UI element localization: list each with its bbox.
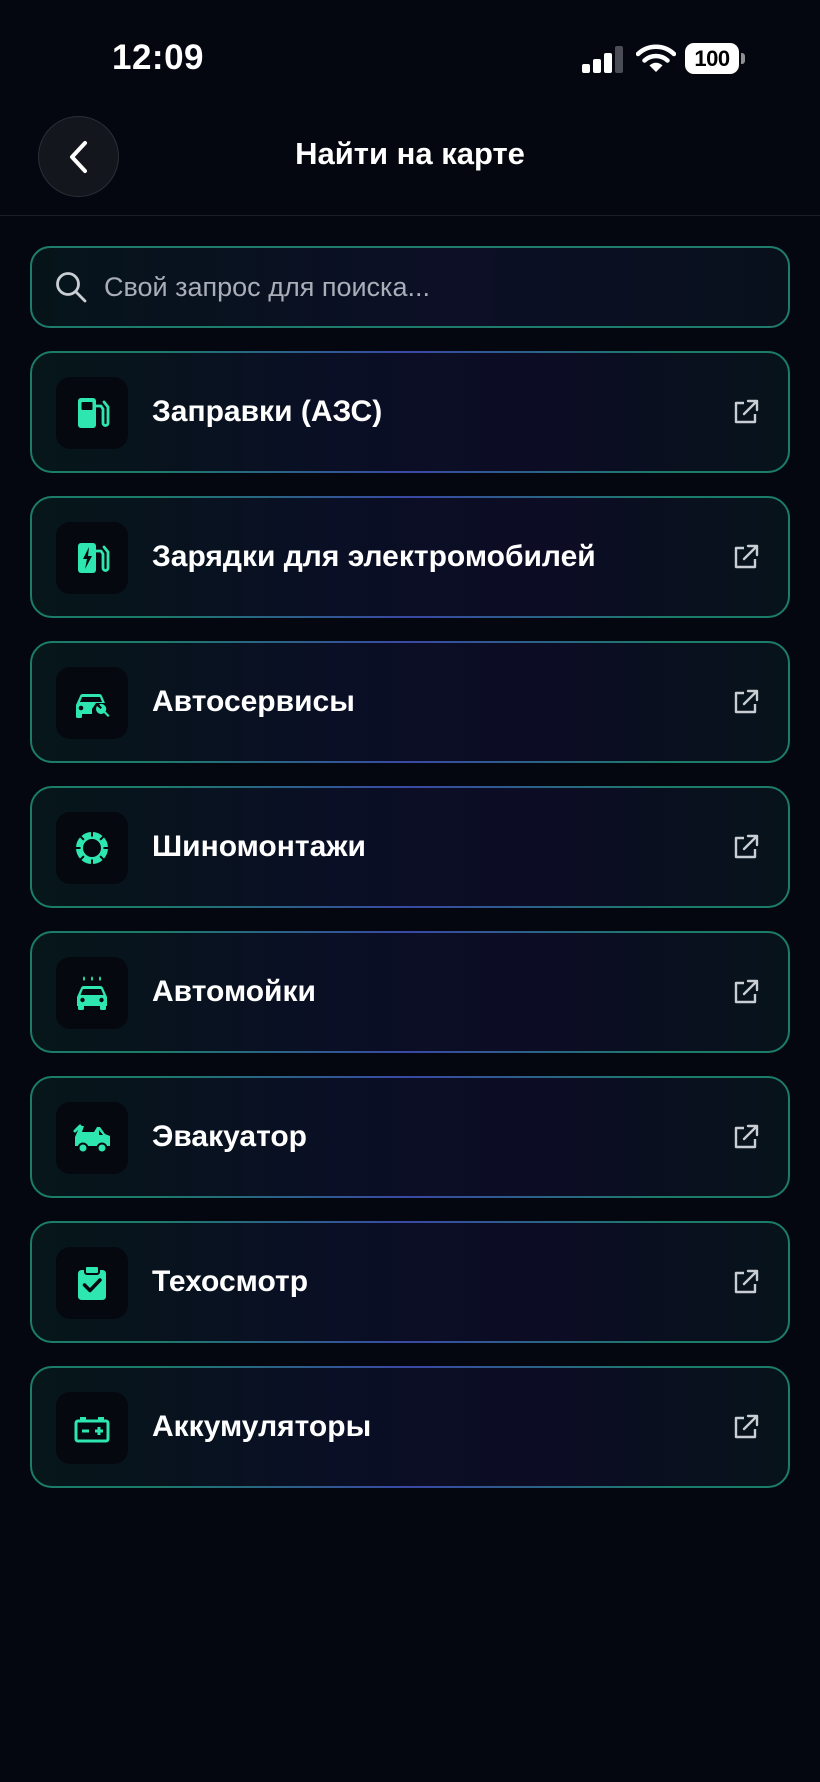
search-input[interactable] — [104, 257, 788, 317]
list-item-label: Аккумуляторы — [152, 1410, 372, 1443]
battery-icon — [74, 1417, 110, 1443]
external-link-icon — [734, 689, 759, 714]
cellular-signal-icon — [582, 46, 623, 73]
status-bar: 12:09 100 — [0, 0, 820, 100]
screen: 12:09 100 Найти на карте Свой запрос для… — [0, 0, 820, 1782]
external-link-icon — [734, 834, 759, 859]
status-time: 12:09 — [112, 38, 205, 77]
list-item-batteries[interactable]: Аккумуляторы — [30, 1366, 790, 1488]
search-bar[interactable] — [30, 246, 790, 328]
list-item-car-washes[interactable]: Автомойки — [30, 931, 790, 1053]
external-link-icon — [734, 544, 759, 569]
external-link-icon — [734, 1269, 759, 1294]
car-wash-icon — [77, 976, 107, 1010]
list-item-car-services[interactable]: Автосервисы — [30, 641, 790, 763]
header: Найти на карте — [0, 100, 820, 216]
external-link-icon — [734, 1124, 759, 1149]
list-item-tow-truck[interactable]: Эвакуатор — [30, 1076, 790, 1198]
tire-icon — [75, 831, 109, 865]
battery-level: 100 — [685, 43, 739, 74]
list-item-label: Заправки (АЗС) — [152, 395, 383, 428]
inspection-clipboard-icon — [78, 1265, 106, 1300]
place-category-list: Заправки (АЗС) Зарядки для электромобиле… — [30, 351, 790, 1511]
list-item-label: Автомойки — [152, 975, 316, 1008]
list-item-ev-chargers[interactable]: Зарядки для электромобилей — [30, 496, 790, 618]
wifi-icon — [636, 44, 676, 72]
list-item-label: Техосмотр — [152, 1265, 309, 1298]
external-link-icon — [734, 1414, 759, 1439]
page-title: Найти на карте — [295, 136, 525, 171]
list-item-fuel-stations[interactable]: Заправки (АЗС) — [30, 351, 790, 473]
fuel-pump-icon — [78, 398, 110, 428]
list-item-label: Зарядки для электромобилей — [152, 540, 596, 573]
car-repair-icon — [76, 693, 110, 718]
list-item-label: Шиномонтажи — [152, 830, 366, 863]
list-item-label: Автосервисы — [152, 685, 355, 718]
external-link-icon — [734, 979, 759, 1004]
list-item-tire-services[interactable]: Шиномонтажи — [30, 786, 790, 908]
list-item-label: Эвакуатор — [152, 1120, 308, 1153]
list-item-inspection[interactable]: Техосмотр — [30, 1221, 790, 1343]
tow-truck-icon — [73, 1124, 110, 1154]
external-link-icon — [734, 399, 759, 424]
search-icon — [56, 272, 87, 303]
battery-status: 100 — [685, 43, 745, 74]
ev-charger-icon — [78, 543, 110, 573]
